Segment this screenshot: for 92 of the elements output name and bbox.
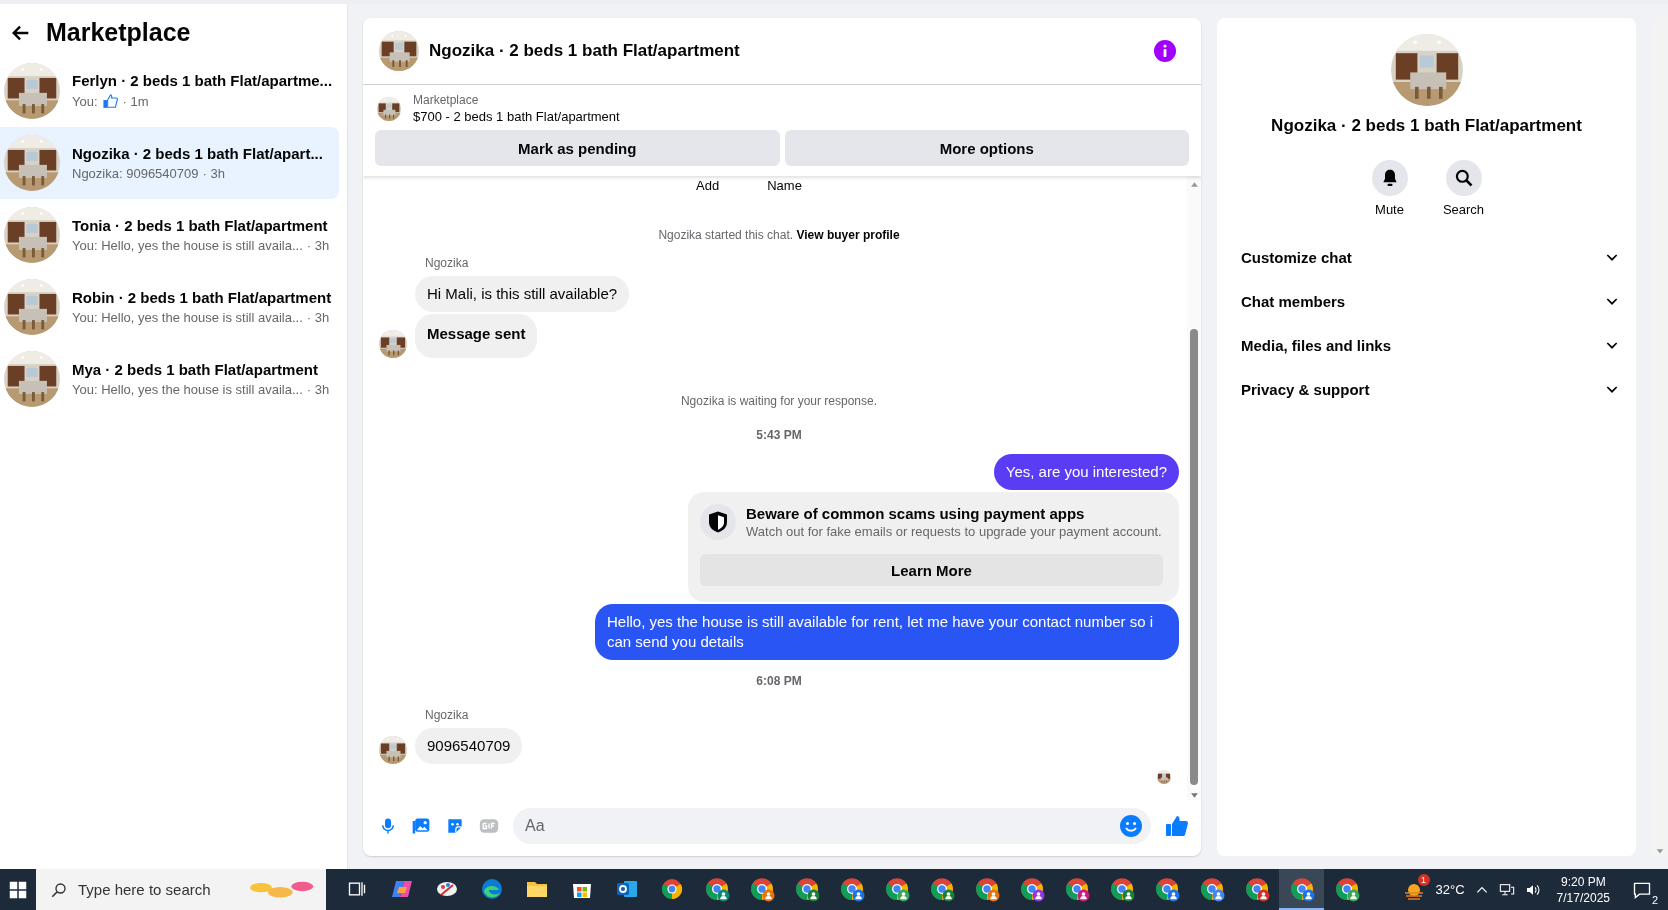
section-item[interactable]: Privacy & support	[1225, 367, 1628, 411]
search-icon	[50, 880, 68, 899]
preview-text: Ngozika: 9096540709	[72, 166, 199, 181]
scroll-down-arrow-icon	[1189, 791, 1199, 800]
sender-name: Ngozika	[425, 256, 470, 270]
scroll-down-arrow-icon	[1655, 846, 1665, 856]
section-label: Privacy & support	[1241, 380, 1370, 398]
notification-badge: 1	[1417, 873, 1430, 886]
browser-profile-icon	[1288, 875, 1315, 902]
browser-profile-icon	[793, 875, 820, 902]
conversation-item[interactable]: Robin · 2 beds 1 bath Flat/apartment You: Hello, yes the house is still availa... · 3h	[0, 271, 339, 343]
timestamp: · 1m	[122, 94, 149, 109]
listing-label: Marketplace	[413, 93, 480, 107]
conversation-title: Mya · 2 beds 1 bath Flat/apartment	[72, 361, 319, 378]
section-label: Chat members	[1241, 292, 1346, 310]
preview-text: You: Hello, yes the house is still availa...	[72, 310, 303, 325]
conversation-title: Robin · 2 beds 1 bath Flat/apartment	[72, 289, 331, 306]
page-title: Marketplace	[46, 18, 191, 47]
conversation-title: Tonia · 2 beds 1 bath Flat/apartment	[72, 217, 329, 234]
section-item[interactable]: Customize chat	[1225, 235, 1628, 279]
emoji-icon[interactable]	[1119, 814, 1143, 838]
sticker-icon[interactable]	[445, 816, 465, 836]
conversation-item[interactable]: Tonia · 2 beds 1 bath Flat/apartment You: Hello, yes the house is still availa... · 3h	[0, 199, 339, 271]
buyer-profile-link[interactable]: View buyer profile	[796, 228, 900, 242]
browser-profile-icon	[883, 875, 910, 902]
message-bubble: Yes, are you interested?	[993, 454, 1179, 490]
section-label: Media, files and links	[1241, 336, 1392, 354]
field-label: Name	[767, 178, 802, 192]
browser-profile-icon	[1198, 875, 1225, 902]
browser-icon	[659, 876, 684, 901]
system-notice: Ngozika is waiting for your response.	[679, 394, 879, 408]
browser-profile-icon	[748, 875, 775, 902]
message-bubble: 9096540709	[415, 728, 523, 764]
browser-profile-icon	[1153, 875, 1180, 902]
action-button[interactable]: Mark as pending	[375, 130, 780, 166]
taskbar-app[interactable]	[1279, 869, 1324, 910]
conversation-title: Ngozika · 2 beds 1 bath Flat/apartment	[1271, 116, 1582, 136]
clock-date: 7/17/2025	[1556, 889, 1610, 906]
message-bubble: Hello, yes the house is still available for rent, let me have your contact number so i can send you details	[595, 604, 1179, 660]
preview-text: You:	[72, 94, 98, 109]
timestamp: 6:08 PM	[755, 674, 803, 688]
preview-text: You: Hello, yes the house is still availa...	[72, 238, 303, 253]
edge-icon	[479, 876, 504, 901]
warning-title: Beware of common scams using payment apps	[746, 505, 1086, 522]
network-icon[interactable]	[1498, 881, 1515, 898]
section-label: Customize chat	[1241, 248, 1352, 266]
conversation-item[interactable]: Mya · 2 beds 1 bath Flat/apartment You: Hello, yes the house is still availa... · 3h	[0, 343, 339, 415]
learn-more-button[interactable]: Learn More	[700, 554, 1163, 586]
browser-profile-icon	[928, 875, 955, 902]
message-field[interactable]: Aa	[513, 808, 1151, 844]
message-bubble: Hi Mali, is this still available?	[415, 276, 630, 312]
browser-profile-icon	[973, 875, 1000, 902]
search-icon	[1453, 168, 1474, 188]
notification-count: 2	[1651, 893, 1658, 906]
warning-text: Watch out for fake emails or requests to upgrade your payment account.	[746, 524, 1162, 539]
chat-title: Ngozika · 2 beds 1 bath Flat/apartment	[429, 41, 741, 61]
taskbar-search-field[interactable]: Type here to search	[36, 869, 326, 910]
system-notice: Ngozika started this chat. View buyer profile	[657, 228, 901, 242]
windows-icon[interactable]	[9, 880, 27, 899]
conversation-title: Ngozika · 2 beds 1 bath Flat/apart...	[72, 145, 323, 162]
conversation-title: Ferlyn · 2 beds 1 bath Flat/apartme...	[72, 72, 331, 89]
browser-profile-icon	[1018, 875, 1045, 902]
action-button[interactable]: More options	[784, 130, 1189, 166]
clock-time: 9:20 PM	[1560, 873, 1606, 890]
section-item[interactable]: Media, files and links	[1225, 323, 1628, 367]
image-icon[interactable]	[411, 816, 431, 836]
timestamp: · 3h	[306, 238, 330, 253]
timestamp: · 3h	[306, 310, 330, 325]
temperature: 32°C	[1435, 882, 1465, 897]
conversation-item[interactable]: Ferlyn · 2 beds 1 bath Flat/apartme... You: · 1m	[0, 55, 339, 127]
info-icon[interactable]	[1153, 39, 1177, 63]
browser-profile-icon	[1243, 875, 1270, 902]
listing-title: $700 - 2 beds 1 bath Flat/apartment	[413, 109, 620, 124]
thumbs-up-icon	[101, 93, 119, 110]
section-item[interactable]: Chat members	[1225, 279, 1628, 323]
browser-profile-icon	[1108, 875, 1135, 902]
timestamp: · 3h	[202, 166, 225, 181]
microphone-icon[interactable]	[379, 816, 397, 836]
browser-profile-icon	[1063, 875, 1090, 902]
shield-icon	[700, 504, 736, 540]
timestamp: · 3h	[306, 382, 330, 397]
preview-text: You: Hello, yes the house is still availa...	[72, 382, 303, 397]
browser-profile-icon	[1333, 875, 1360, 902]
scroll-up-arrow-icon	[1189, 180, 1199, 189]
browser-profile-icon	[703, 875, 730, 902]
thumbs-up-icon[interactable]	[1165, 814, 1189, 838]
message-bubble: Message sent	[415, 314, 538, 358]
field-label: Add	[696, 178, 720, 192]
browser-profile-icon	[838, 875, 865, 902]
sender-name: Ngozika	[425, 708, 470, 722]
conversation-item[interactable]: Ngozika · 2 beds 1 bath Flat/apart... Ngozika: 9096540709 · 3h	[0, 127, 339, 199]
timestamp: 5:43 PM	[755, 428, 803, 442]
